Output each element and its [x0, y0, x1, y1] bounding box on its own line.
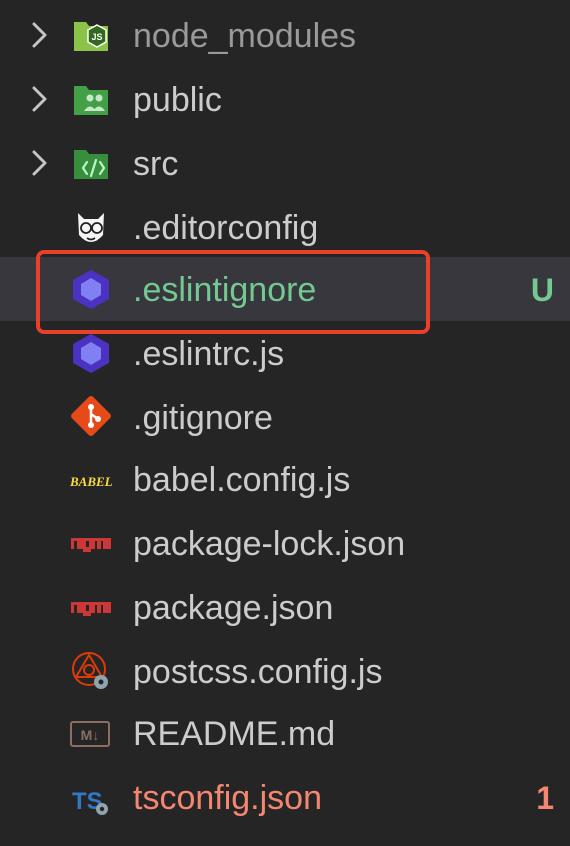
file-explorer: JS node_modules public src .editorconfig…	[0, 0, 570, 846]
tree-item-tsconfig[interactable]: TS tsconfig.json 1	[0, 765, 570, 829]
editorconfig-icon	[78, 213, 104, 242]
tree-item-label: node_modules	[133, 17, 357, 55]
chevron-right-icon[interactable]	[28, 85, 52, 113]
public-folder-icon	[74, 86, 108, 115]
git-untracked-badge: U	[530, 272, 554, 308]
svg-text:M↓: M↓	[81, 727, 100, 743]
markdown-icon: M↓	[70, 721, 110, 747]
npm-icon	[71, 538, 111, 552]
tree-item-label: tsconfig.json	[133, 779, 322, 817]
tree-item-label: .gitignore	[133, 399, 273, 437]
eslint-icon	[73, 334, 109, 373]
tree-item-label: public	[133, 81, 222, 119]
git-icon	[71, 396, 111, 436]
tree-item-eslintignore[interactable]: .eslintignore U	[0, 257, 570, 321]
tree-item-label: babel.config.js	[133, 461, 351, 499]
tree-item-label: src	[133, 145, 179, 183]
tree-item-label: .editorconfig	[133, 209, 319, 247]
typescript-icon: TS	[72, 788, 108, 815]
tree-item-label: package-lock.json	[133, 525, 406, 563]
tree-item-public[interactable]: public	[0, 67, 570, 131]
tree-item-babel-config[interactable]: BABEL babel.config.js	[0, 447, 570, 511]
babel-icon: BABEL	[69, 474, 113, 489]
tree-item-label: .eslintignore	[133, 271, 317, 309]
tree-item-eslintrc[interactable]: .eslintrc.js	[0, 321, 570, 385]
tree-item-label: postcss.config.js	[133, 653, 383, 691]
tree-item-label: .eslintrc.js	[133, 335, 285, 373]
tree-item-readme[interactable]: M↓ README.md	[0, 701, 570, 765]
tree-item-node-modules[interactable]: JS node_modules	[0, 3, 570, 67]
tree-item-src[interactable]: src	[0, 131, 570, 195]
chevron-right-icon[interactable]	[28, 21, 52, 49]
svg-text:BABEL: BABEL	[69, 474, 113, 489]
problem-count-badge: 1	[536, 780, 554, 816]
tree-item-package-lock[interactable]: package-lock.json	[0, 511, 570, 575]
postcss-icon	[72, 652, 108, 689]
src-folder-icon	[74, 150, 108, 179]
tree-item-postcss-config[interactable]: postcss.config.js	[0, 639, 570, 703]
tree-item-label: package.json	[133, 589, 334, 627]
svg-text:JS: JS	[91, 32, 102, 42]
npm-icon	[71, 602, 111, 616]
tree-item-editorconfig[interactable]: .editorconfig	[0, 195, 570, 259]
chevron-right-icon[interactable]	[28, 149, 52, 177]
tree-item-label: README.md	[133, 715, 336, 753]
eslint-icon	[73, 270, 109, 309]
node-modules-folder-icon: JS	[74, 22, 108, 51]
tree-item-gitignore[interactable]: .gitignore	[0, 385, 570, 449]
tree-item-package-json[interactable]: package.json	[0, 575, 570, 639]
